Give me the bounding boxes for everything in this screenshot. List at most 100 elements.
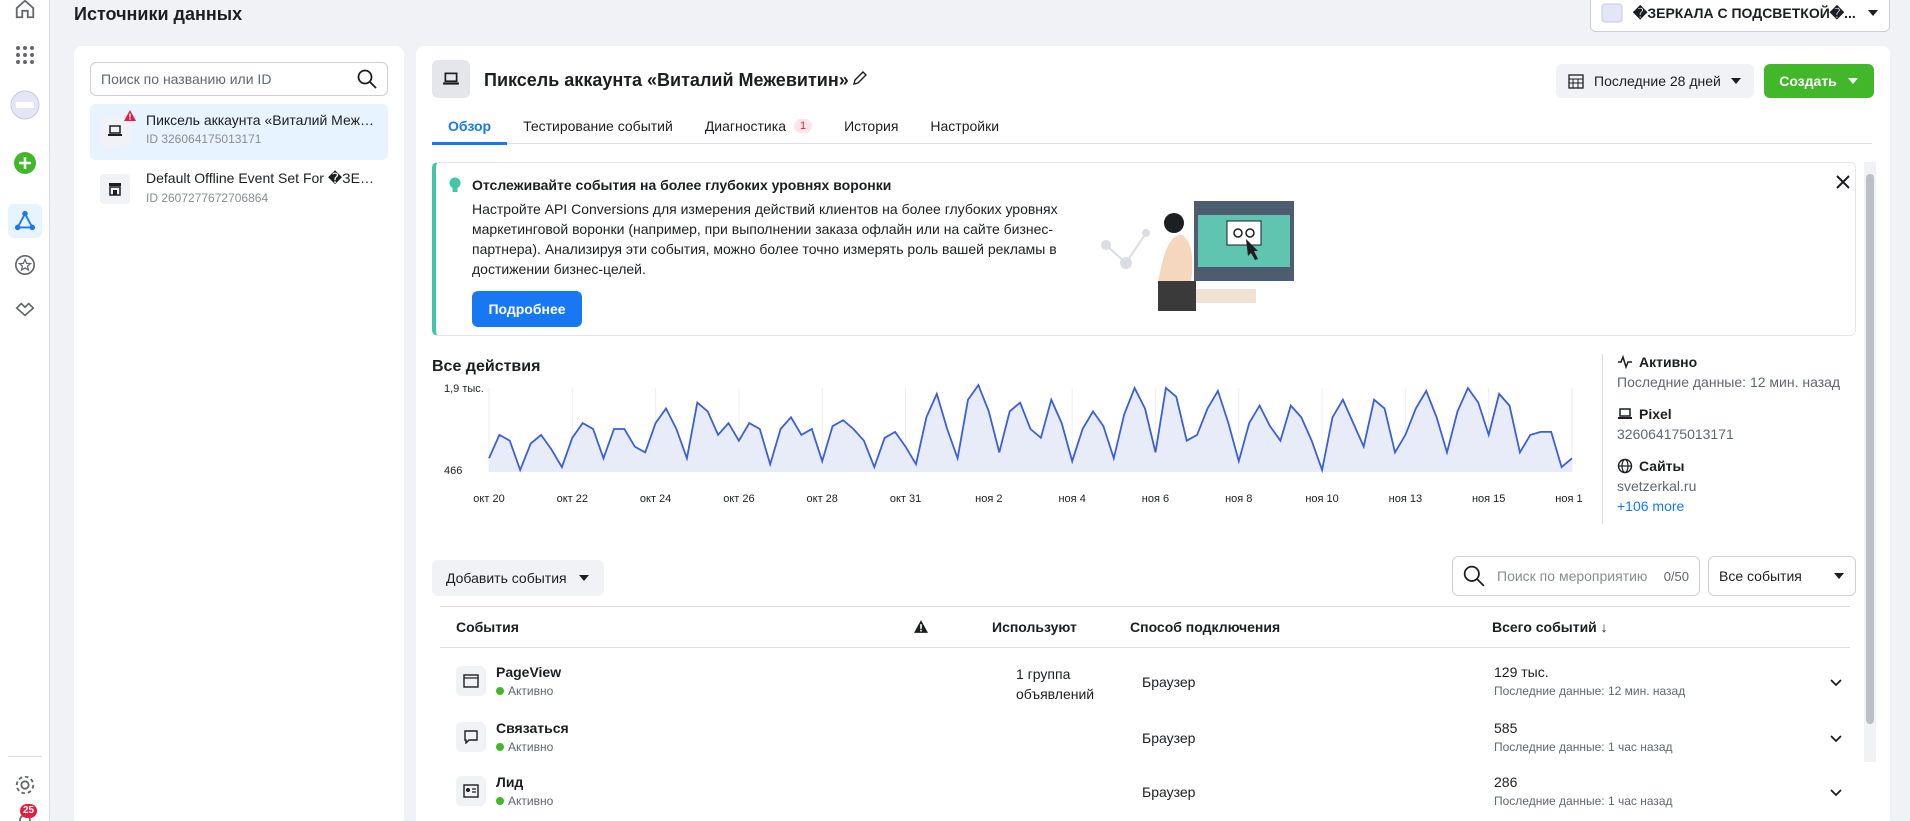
source-name: Пиксель аккаунта «Виталий Меже... [146,112,376,128]
banner-illustration [1101,201,1294,311]
chat-bubble-icon [456,722,486,752]
event-status: Активно [496,794,553,808]
events-table-header: События Используют Способ подключения Вс… [440,606,1850,648]
char-counter: 0/50 [1663,568,1689,584]
star-icon[interactable] [8,248,42,282]
x-tick-label: ноя 2 [975,493,1002,505]
event-connection: Браузер [1142,730,1196,746]
col-total[interactable]: Всего событий ↓ [1492,619,1608,635]
status-text: Активно [508,684,554,698]
source-name: Default Offline Event Set For �ЗЕР... [146,170,376,186]
tab-label: Тестирование событий [523,118,673,134]
x-tick-label: окт 20 [473,493,504,505]
chart-title: Все действия [432,358,541,375]
pixel-tabs: Обзор Тестирование событий Диагностика 1 … [432,108,1872,145]
source-search-input[interactable]: Поиск по названию или ID [90,62,388,96]
col-connection[interactable]: Способ подключения [1130,619,1280,635]
x-tick-label: ноя 6 [1142,493,1169,505]
event-name: Связаться [496,720,569,736]
home-icon[interactable] [8,0,42,26]
table-row[interactable]: PageView Активно 1 группа объявлений Бра… [440,656,1850,710]
tab-test-events[interactable]: Тестирование событий [507,108,689,144]
date-range-button[interactable]: Последние 28 дней [1556,64,1754,98]
table-row[interactable]: Лид Активно Браузер 286 Последние данные… [440,766,1850,820]
x-tick-label: ноя 10 [1305,493,1338,505]
source-id: ID 326064175013171 [146,132,262,146]
warning-icon [124,110,136,121]
add-events-button[interactable]: Добавить события [432,560,604,596]
pixel-heading: Pixel [1617,406,1872,422]
tab-settings[interactable]: Настройки [914,108,1015,144]
status-label: Активно [1639,354,1698,370]
create-button[interactable]: Создать [1764,64,1874,98]
col-events[interactable]: События [456,619,519,635]
close-icon[interactable] [1836,175,1850,194]
event-used: 1 группа объявлений [1016,666,1095,702]
tab-label: История [844,118,899,134]
event-total: 129 тыс. [1494,664,1549,680]
store-icon [100,174,130,204]
pixel-status-panel: Активно Последние данные: 12 мин. назад … [1602,354,1872,524]
handshake-icon[interactable] [8,292,42,326]
source-item-offline[interactable]: Default Offline Event Set For �ЗЕР... ID… [90,162,388,218]
status-text: Активно [508,740,554,754]
event-name: Лид [496,774,524,790]
x-tick-label: ноя 13 [1389,493,1422,505]
apps-grid-icon[interactable] [8,38,42,72]
pixel-title: Пиксель аккаунта «Виталий Межевитин» [484,70,849,90]
tab-label: Диагностика [704,118,786,134]
left-rail: 25 [0,0,50,821]
chevron-down-icon[interactable] [1830,674,1842,692]
sites-heading: Сайты [1617,458,1872,474]
table-row[interactable]: Связаться Активно Браузер 585 Последние … [440,712,1850,766]
pixel-id-text: 326064175013171 [1617,426,1734,442]
x-tick-label: ноя 8 [1225,493,1252,505]
chevron-down-icon [1847,78,1858,84]
source-item-pixel[interactable]: Пиксель аккаунта «Виталий Меже... ID 326… [90,104,388,160]
more-sites-link[interactable]: +106 more [1617,498,1872,514]
banner-text: Настройте API Conversions для измерения … [472,201,1058,277]
gear-icon[interactable] [8,768,42,802]
data-sources-panel: Поиск по названию или ID Пиксель аккаунт… [74,46,404,821]
tab-diagnostics[interactable]: Диагностика 1 [689,108,828,144]
learn-more-button[interactable]: Подробнее [472,291,582,327]
contact-card-icon [456,776,486,806]
laptop-icon [100,110,136,146]
event-search-input[interactable]: Поиск по мероприятию 0/50 [1452,556,1700,596]
account-selector[interactable]: �ЗЕРКАЛА С ПОДСВЕТКОЙ�... [1590,0,1890,32]
add-events-label: Добавить события [446,570,567,586]
event-filter-select[interactable]: Все события [1708,556,1856,596]
tab-overview[interactable]: Обзор [432,108,508,145]
globe-icon [1617,458,1633,474]
event-filter-label: Все события [1719,568,1802,584]
laptop-icon [1618,408,1632,419]
tab-label: Обзор [448,118,492,134]
x-tick-label: окт 22 [557,493,588,505]
laptop-icon [432,60,470,98]
plus-icon[interactable] [8,146,42,180]
event-name: PageView [496,664,562,680]
x-tick-label: окт 28 [807,493,838,505]
search-placeholder: Поиск по названию или ID [101,71,272,87]
last-data-text: Последние данные: 12 мин. назад [1617,374,1841,390]
col-used[interactable]: Используют [992,619,1077,635]
page-title: Источники данных [74,4,243,24]
status-dot [496,687,504,695]
rail-divider [8,756,42,757]
pencil-icon[interactable] [852,70,868,91]
lightbulb-icon [449,177,461,192]
conversions-api-banner: Отслеживайте события на более глубоких у… [432,162,1856,336]
chevron-down-icon[interactable] [1830,784,1842,802]
x-tick-label: окт 26 [723,493,754,505]
notification-badge: 25 [20,804,38,818]
chevron-down-icon [1834,573,1844,579]
events-manager-icon[interactable] [8,204,42,238]
event-total: 585 [1494,720,1518,736]
y-tick-label: 1,9 тыс. [444,383,484,395]
banner-title: Отслеживайте события на более глубоких у… [472,177,892,193]
chevron-down-icon[interactable] [1830,730,1842,748]
event-last-data: Последние данные: 12 мин. назад [1494,684,1686,698]
account-avatar[interactable] [8,88,42,122]
tab-history[interactable]: История [828,108,914,144]
y-tick-label: 466 [444,465,462,477]
